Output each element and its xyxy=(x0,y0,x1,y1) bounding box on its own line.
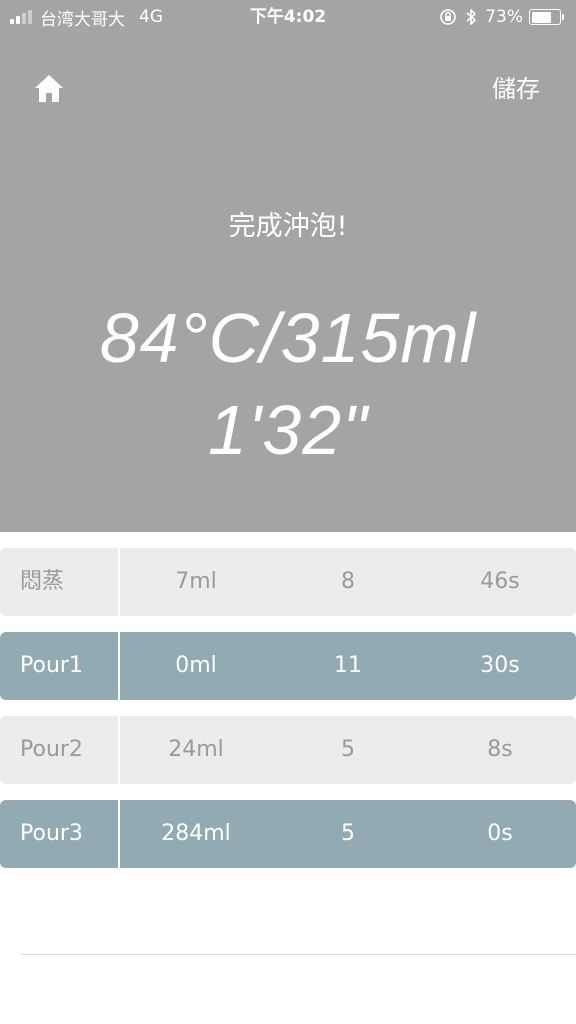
step-count: 11 xyxy=(334,653,362,678)
battery-icon xyxy=(529,9,564,25)
pour-step-row[interactable]: 悶蒸 7ml 8 46s xyxy=(0,548,576,616)
step-time: 46s xyxy=(480,569,520,594)
step-volume: 7ml xyxy=(175,569,217,594)
step-name: Pour2 xyxy=(0,716,120,784)
step-count: 8 xyxy=(341,569,355,594)
step-count: 5 xyxy=(341,821,355,846)
step-name: Pour1 xyxy=(0,632,120,700)
summary-header: 台湾大哥大 4G 下午4:02 73% 儲存 完成沖泡! 84°C/315ml … xyxy=(0,0,576,532)
bluetooth-icon xyxy=(465,8,477,26)
battery-percent: 73% xyxy=(485,7,523,27)
home-icon xyxy=(35,75,63,102)
step-count: 5 xyxy=(341,737,355,762)
step-time: 30s xyxy=(480,653,520,678)
step-name: Pour3 xyxy=(0,800,120,868)
status-right: 73% xyxy=(439,5,564,29)
temperature-volume-summary: 84°C/315ml xyxy=(99,299,477,377)
step-volume: 0ml xyxy=(175,653,217,678)
step-time: 8s xyxy=(487,737,513,762)
status-bar: 台湾大哥大 4G 下午4:02 73% xyxy=(0,0,576,34)
total-time-summary: 1'32" xyxy=(207,391,368,469)
save-button[interactable]: 儲存 xyxy=(492,72,540,106)
step-volume: 24ml xyxy=(168,737,224,762)
rotation-lock-icon xyxy=(439,8,457,26)
brew-complete-label: 完成沖泡! xyxy=(228,211,348,242)
step-volume: 284ml xyxy=(161,821,231,846)
step-name: 悶蒸 xyxy=(0,548,120,616)
step-time: 0s xyxy=(487,821,513,846)
pour-step-row[interactable]: Pour1 0ml 11 30s xyxy=(0,632,576,700)
pour-step-row[interactable]: Pour2 24ml 5 8s xyxy=(0,716,576,784)
pour-step-row[interactable]: Pour3 284ml 5 0s xyxy=(0,800,576,868)
home-button[interactable] xyxy=(32,72,66,106)
divider xyxy=(22,954,576,955)
